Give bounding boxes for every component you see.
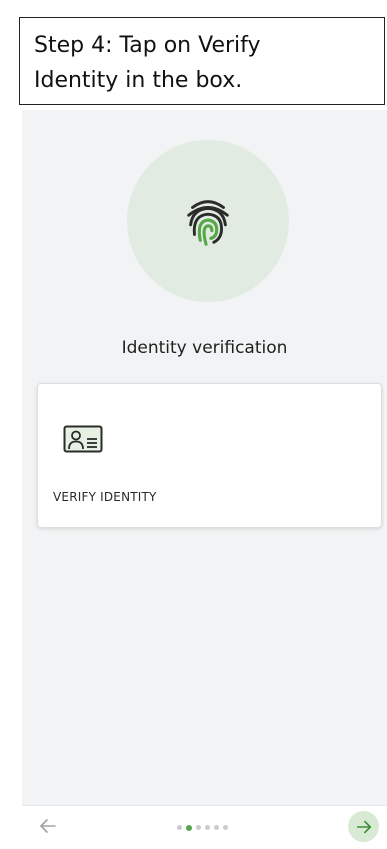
id-card-icon [63, 425, 103, 453]
page-dot [223, 825, 228, 830]
fingerprint-badge [127, 140, 289, 302]
page-indicator [177, 824, 228, 831]
verify-identity-label: VERIFY IDENTITY [53, 490, 157, 504]
next-button[interactable] [348, 811, 379, 842]
verify-identity-card[interactable]: VERIFY IDENTITY [37, 383, 382, 528]
page-dot [205, 825, 210, 830]
page-dot [214, 825, 219, 830]
instruction-line-1: Step 4: Tap on Verify [34, 33, 261, 58]
instruction-box: Step 4: Tap on Verify Identity in the bo… [19, 17, 385, 105]
content-panel: Identity verification VERIFY IDENTITY [22, 110, 387, 805]
app-screen: Identity verification VERIFY IDENTITY [22, 110, 387, 849]
page-dot [196, 825, 201, 830]
page-dot-active [186, 824, 192, 831]
arrow-left-icon [40, 819, 56, 833]
fingerprint-icon [187, 200, 229, 246]
back-button[interactable] [38, 816, 58, 836]
page-title: Identity verification [121, 338, 288, 358]
bottom-navigation [22, 805, 387, 849]
page-dot [177, 825, 182, 830]
instruction-line-2: Identity in the box. [34, 68, 243, 93]
arrow-right-icon [356, 820, 371, 833]
